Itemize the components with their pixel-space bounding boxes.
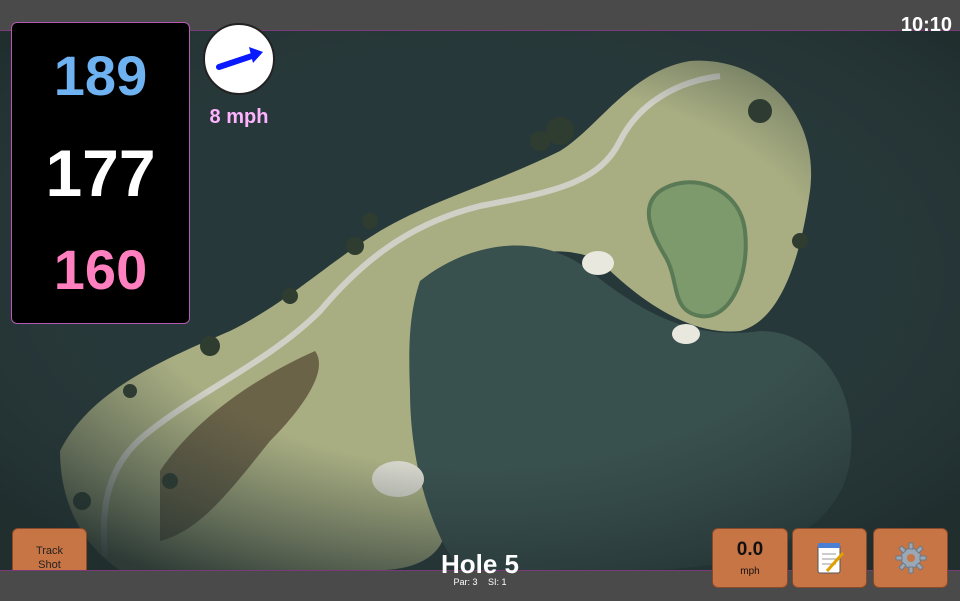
front-of-green-distance: 160 [53,238,148,301]
hole-info: Par: 3 SI: 1 [380,577,580,587]
speed-value: 0.0 [736,539,764,560]
speed-unit: mph [740,566,760,577]
par-label: Par: 3 [453,577,478,587]
wind-speed-label: 8 mph [209,106,269,128]
wind-indicator [203,23,275,95]
middle-of-green-distance: 177 [45,136,156,210]
hole-title: Hole 5 [440,549,520,579]
track-shot-label: Track Shot [35,544,64,571]
distance-panel: 189 177 160 [11,22,190,324]
settings-button[interactable] [873,528,948,588]
notepad-icon [817,543,844,574]
gear-icon [895,542,926,574]
speed-button[interactable]: 0.0 mph [712,528,788,588]
back-of-green-distance: 189 [53,44,148,107]
notes-button[interactable] [792,528,867,588]
stroke-index-label: SI: 1 [488,577,507,587]
wind-direction-arrow-icon [216,47,263,70]
